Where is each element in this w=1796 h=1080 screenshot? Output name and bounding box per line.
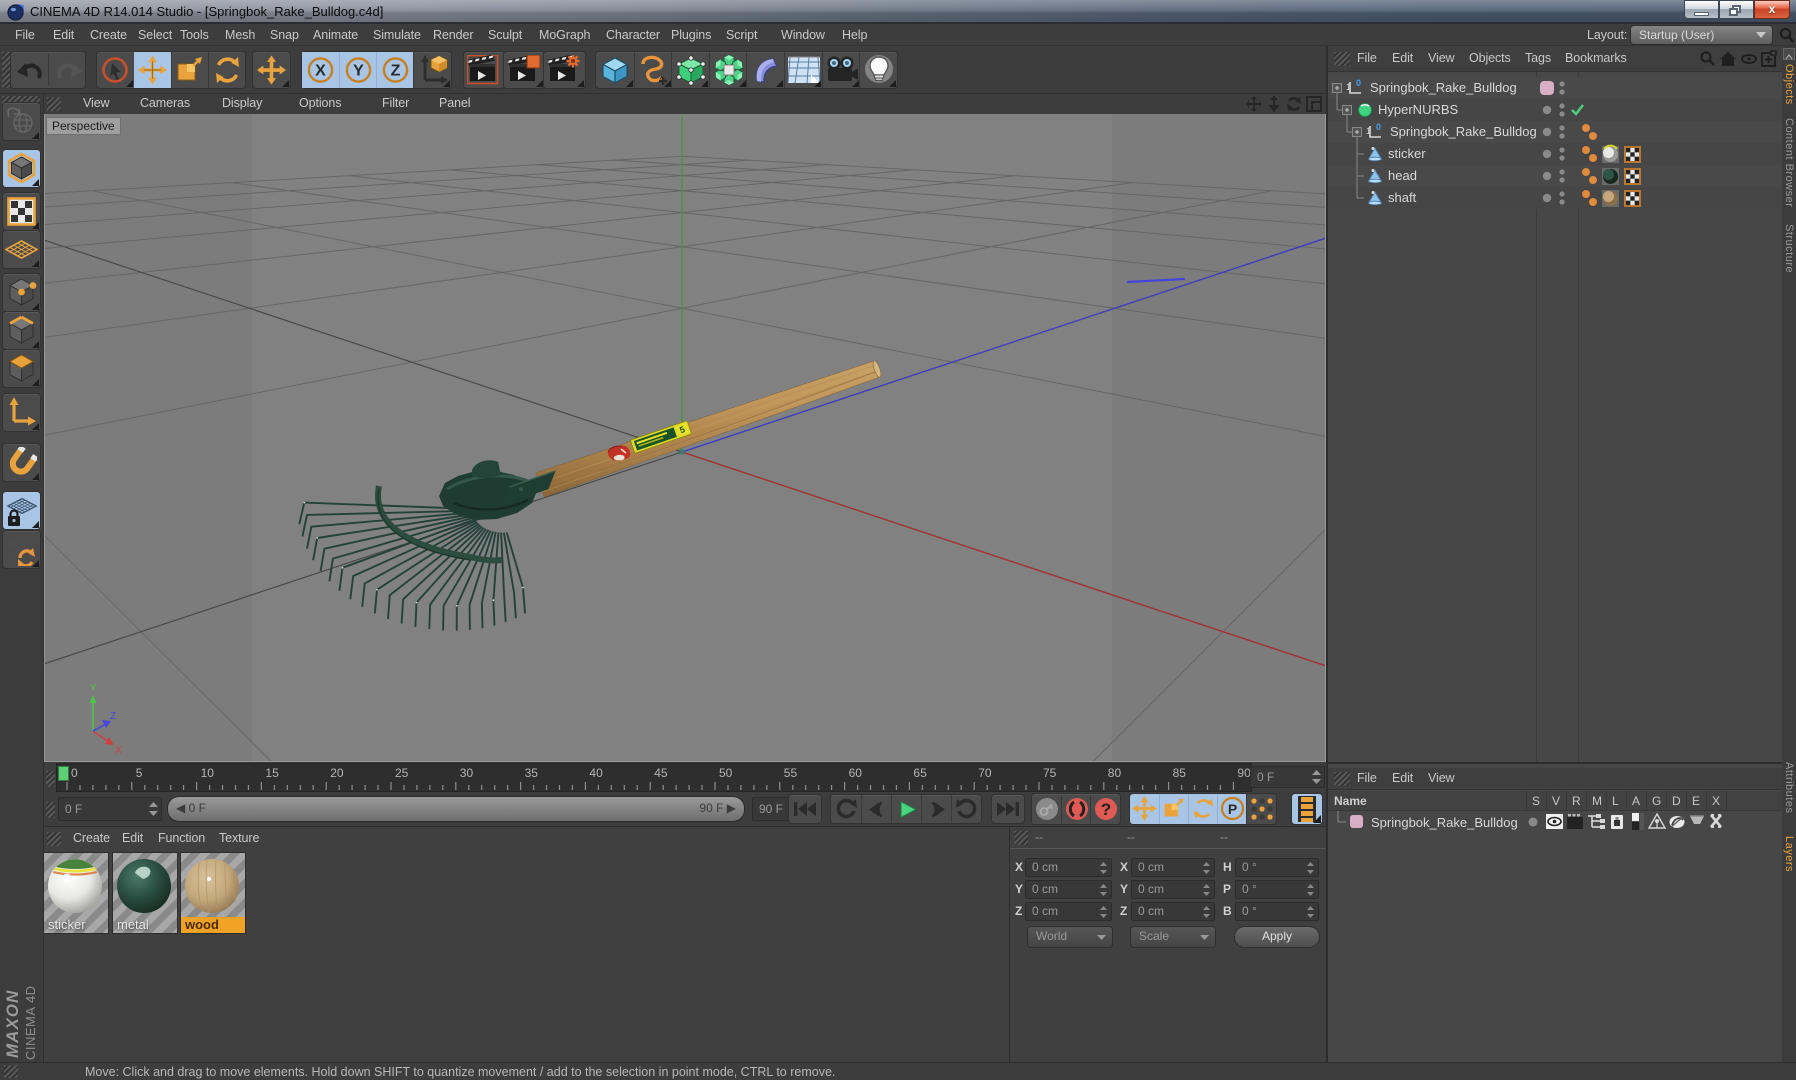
svg-text:55: 55 <box>784 766 798 780</box>
svg-text:50: 50 <box>719 766 733 780</box>
svg-text:60: 60 <box>849 766 863 780</box>
svg-text:65: 65 <box>913 766 927 780</box>
svg-text:75: 75 <box>1043 766 1057 780</box>
svg-text:Y: Y <box>353 63 364 80</box>
svg-text:70: 70 <box>978 766 992 780</box>
svg-text:MAXON: MAXON <box>3 990 22 1058</box>
svg-text:15: 15 <box>265 766 279 780</box>
svg-text:80: 80 <box>1108 766 1122 780</box>
svg-text:1: 1 <box>1366 126 1371 136</box>
svg-text:85: 85 <box>1173 766 1187 780</box>
svg-text:X: X <box>315 63 326 80</box>
svg-text:30: 30 <box>460 766 474 780</box>
svg-text:5: 5 <box>136 766 143 780</box>
svg-text:20: 20 <box>330 766 344 780</box>
svg-text:1: 1 <box>1346 82 1351 92</box>
svg-text:45: 45 <box>654 766 668 780</box>
svg-text:35: 35 <box>525 766 539 780</box>
svg-text:0: 0 <box>71 766 78 780</box>
svg-text:25: 25 <box>395 766 409 780</box>
svg-text:90: 90 <box>1237 766 1251 780</box>
svg-text:Z: Z <box>391 63 401 80</box>
svg-text:40: 40 <box>589 766 603 780</box>
svg-text:0: 0 <box>1356 78 1361 88</box>
svg-text:10: 10 <box>201 766 215 780</box>
svg-text:0: 0 <box>1376 122 1381 132</box>
svg-text:?: ? <box>1101 800 1111 819</box>
svg-text:CINEMA 4D: CINEMA 4D <box>23 985 38 1060</box>
svg-text:P: P <box>1228 801 1237 817</box>
